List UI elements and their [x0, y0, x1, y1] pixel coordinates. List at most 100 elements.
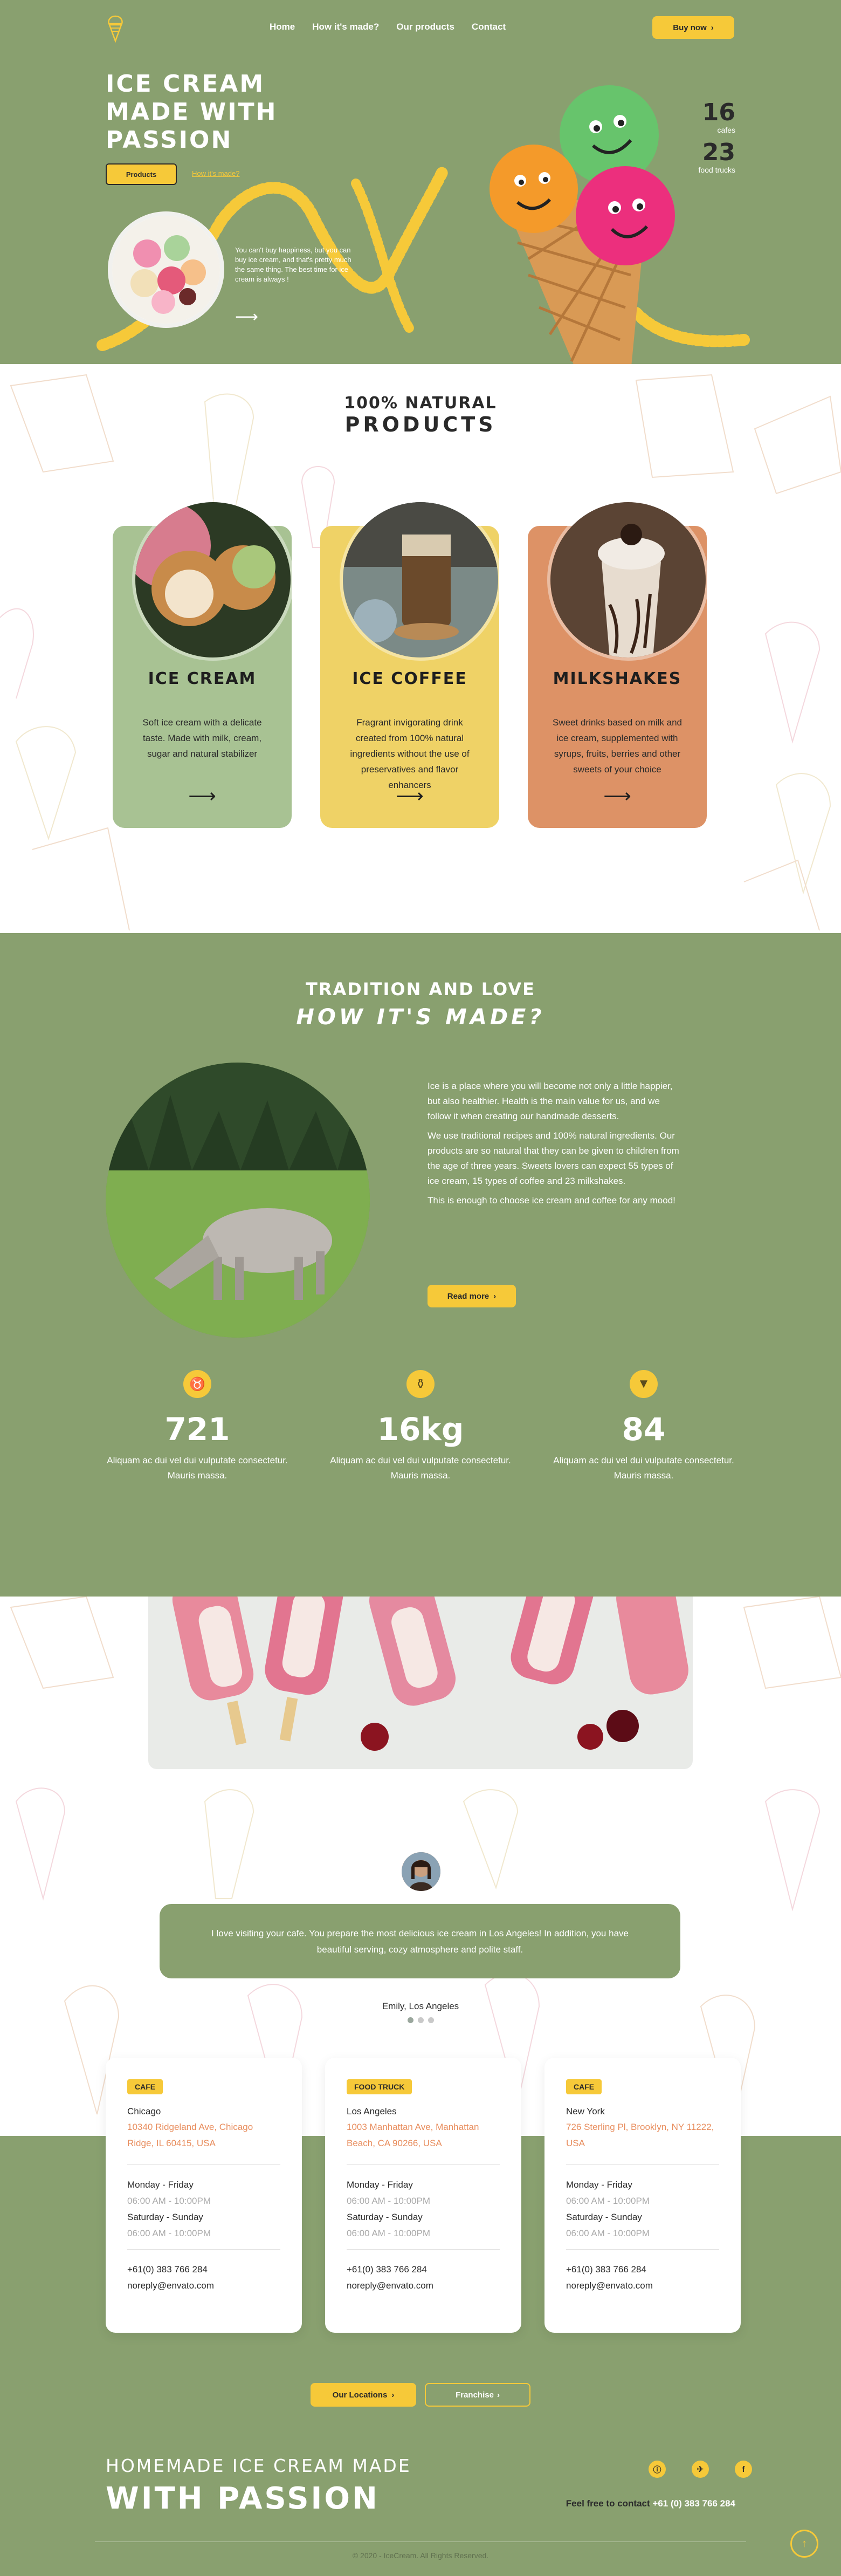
footer-phone[interactable]: +61 (0) 383 766 284 — [652, 2498, 735, 2509]
hours-time: 06:00 AM - 10:00PM — [566, 2228, 650, 2238]
facebook-icon[interactable]: f — [735, 2461, 752, 2478]
how-its-made-link[interactable]: How it's made? — [192, 169, 239, 177]
hours-day: Saturday - Sunday — [127, 2212, 203, 2222]
product-card-milkshakes[interactable]: MILKSHAKES Sweet drinks based on milk an… — [528, 499, 709, 828]
read-more-button[interactable]: Read more › — [428, 1285, 516, 1307]
hero-description: You can't buy happiness, but you can buy… — [235, 246, 351, 283]
food-trucks-label: food trucks — [698, 166, 735, 174]
location-phone[interactable]: +61(0) 383 766 284 — [347, 2262, 500, 2278]
product-name: MILKSHAKES — [553, 669, 682, 688]
nav-how-its-made[interactable]: How it's made? — [312, 22, 379, 32]
arrow-right-icon[interactable]: ⟶ — [320, 785, 499, 807]
how-subtitle: TRADITION AND LOVE — [305, 979, 536, 999]
product-description: Fragrant invigorating drink created from… — [350, 717, 470, 790]
counter-number: 16kg — [377, 1411, 464, 1448]
hours-day: Monday - Friday — [566, 2180, 632, 2190]
location-card: CAFE New York 726 Sterling Pl, Brooklyn,… — [544, 2058, 741, 2333]
read-more-label: Read more — [447, 1291, 490, 1301]
hero-title: ICE CREAM MADE WITH PASSION — [106, 70, 278, 154]
location-cards: CAFE Chicago 10340 Ridgeland Ave, Chicag… — [106, 2058, 741, 2333]
buy-now-button[interactable]: Buy now › — [652, 16, 734, 39]
our-locations-button[interactable]: Our Locations › — [311, 2383, 416, 2407]
buy-now-label: Buy now — [673, 23, 707, 32]
hours-time: 06:00 AM - 10:00PM — [127, 2228, 211, 2238]
counter-description: Aliquam ac dui vel dui vulputate consect… — [107, 1455, 288, 1481]
hours-time: 06:00 AM - 10:00PM — [127, 2196, 211, 2206]
how-paragraph: We use traditional recipes and 100% natu… — [428, 1131, 679, 1186]
instagram-icon[interactable]: ⓘ — [649, 2461, 666, 2478]
ice-coffee-image — [340, 499, 501, 661]
nav-home[interactable]: Home — [270, 22, 295, 32]
ice-cream-bowl-image — [108, 211, 224, 328]
location-card: CAFE Chicago 10340 Ridgeland Ave, Chicag… — [106, 2058, 302, 2333]
location-address[interactable]: 726 Sterling Pl, Brooklyn, NY 11222, USA — [566, 2119, 719, 2157]
products-button[interactable]: Products — [106, 163, 177, 185]
product-card-ice-coffee[interactable]: ICE COFFEE Fragrant invigorating drink c… — [320, 499, 501, 828]
location-type-badge: FOOD TRUCK — [347, 2079, 412, 2094]
how-paragraph: Ice is a place where you will become not… — [428, 1081, 673, 1121]
page: Home How it's made? Our products Contact… — [0, 0, 841, 2576]
footer-tagline-2: WITH PASSION — [106, 2481, 380, 2516]
product-card-ice-cream[interactable]: ICE CREAM Soft ice cream with a delicate… — [113, 499, 294, 828]
counter-item: ⚱ 16kg Aliquam ac dui vel dui vulputate … — [329, 1370, 512, 1483]
location-email[interactable]: noreply@envato.com — [566, 2278, 719, 2294]
divider — [347, 2164, 500, 2165]
counter-item: ♉ 721 Aliquam ac dui vel dui vulputate c… — [106, 1370, 289, 1483]
arrow-right-icon[interactable]: ⟶ — [528, 785, 707, 807]
location-address[interactable]: 1003 Manhattan Ave, Manhattan Beach, CA … — [347, 2119, 500, 2157]
hours-day: Saturday - Sunday — [566, 2212, 642, 2222]
location-card: FOOD TRUCK Los Angeles 1003 Manhattan Av… — [325, 2058, 521, 2333]
cow-icon: ♉ — [183, 1370, 211, 1398]
counter-description: Aliquam ac dui vel dui vulputate consect… — [330, 1455, 511, 1481]
location-city: Chicago — [127, 2106, 161, 2116]
chevron-right-icon: › — [391, 2390, 395, 2400]
popsicles-image — [148, 1597, 693, 1769]
divider — [566, 2249, 719, 2250]
how-paragraph: This is enough to choose ice cream and c… — [428, 1195, 675, 1205]
nav-contact[interactable]: Contact — [472, 22, 506, 32]
product-description: Sweet drinks based on milk and ice cream… — [552, 717, 683, 775]
products-title: PRODUCTS — [344, 413, 497, 436]
location-city: New York — [566, 2106, 605, 2116]
location-email[interactable]: noreply@envato.com — [347, 2278, 500, 2294]
franchise-label: Franchise — [456, 2390, 494, 2400]
arrow-right-icon[interactable]: ⟶ — [113, 785, 292, 807]
contact-line: Feel free to contact +61 (0) 383 766 284 — [566, 2498, 735, 2509]
location-address[interactable]: 10340 Ridgeland Ave, Chicago Ridge, IL 6… — [127, 2119, 280, 2157]
carousel-dot[interactable] — [407, 2017, 413, 2023]
ice-cream-cone-image — [469, 81, 685, 364]
cow-image — [106, 1063, 370, 1338]
hours-time: 06:00 AM - 10:00PM — [347, 2196, 430, 2206]
location-email[interactable]: noreply@envato.com — [127, 2278, 280, 2294]
arrow-right-icon[interactable]: ⟶ — [235, 307, 258, 326]
telegram-icon[interactable]: ✈ — [692, 2461, 709, 2478]
milkshake-image — [547, 499, 709, 661]
social-links: ⓘ ✈ f — [649, 2461, 752, 2478]
logo-icon[interactable] — [106, 15, 125, 43]
carousel-dot[interactable] — [417, 2017, 424, 2023]
how-description: Ice is a place where you will become not… — [428, 1079, 681, 1212]
scroll-up-icon[interactable]: ↑ — [790, 2530, 818, 2558]
chevron-right-icon: › — [497, 2390, 500, 2400]
our-locations-label: Our Locations — [332, 2390, 388, 2400]
carousel-dot[interactable] — [428, 2017, 434, 2023]
nav-our-products[interactable]: Our products — [396, 22, 454, 32]
hours-time: 06:00 AM - 10:00PM — [347, 2228, 430, 2238]
copyright: © 2020 - IceCream. All Rights Reserved. — [352, 2551, 489, 2560]
location-phone[interactable]: +61(0) 383 766 284 — [127, 2262, 280, 2278]
products-subtitle: 100% NATURAL — [344, 394, 497, 413]
chevron-right-icon: › — [711, 23, 714, 32]
location-buttons: Our Locations › Franchise › — [311, 2383, 530, 2407]
testimonial-quote: I love visiting your cafe. You prepare t… — [160, 1904, 680, 1978]
hours-day: Saturday - Sunday — [347, 2212, 423, 2222]
counter-number: 721 — [164, 1411, 230, 1448]
counters: ♉ 721 Aliquam ac dui vel dui vulputate c… — [106, 1370, 735, 1483]
hero-section: Home How it's made? Our products Contact… — [0, 0, 841, 364]
franchise-button[interactable]: Franchise › — [425, 2383, 530, 2407]
location-type-badge: CAFE — [566, 2079, 602, 2094]
location-phone[interactable]: +61(0) 383 766 284 — [566, 2262, 719, 2278]
product-description: Soft ice cream with a delicate taste. Ma… — [142, 717, 262, 759]
hours-day: Monday - Friday — [127, 2180, 194, 2190]
counter-number: 84 — [622, 1411, 666, 1448]
testimonial-section: I love visiting your cafe. You prepare t… — [0, 1597, 841, 2136]
